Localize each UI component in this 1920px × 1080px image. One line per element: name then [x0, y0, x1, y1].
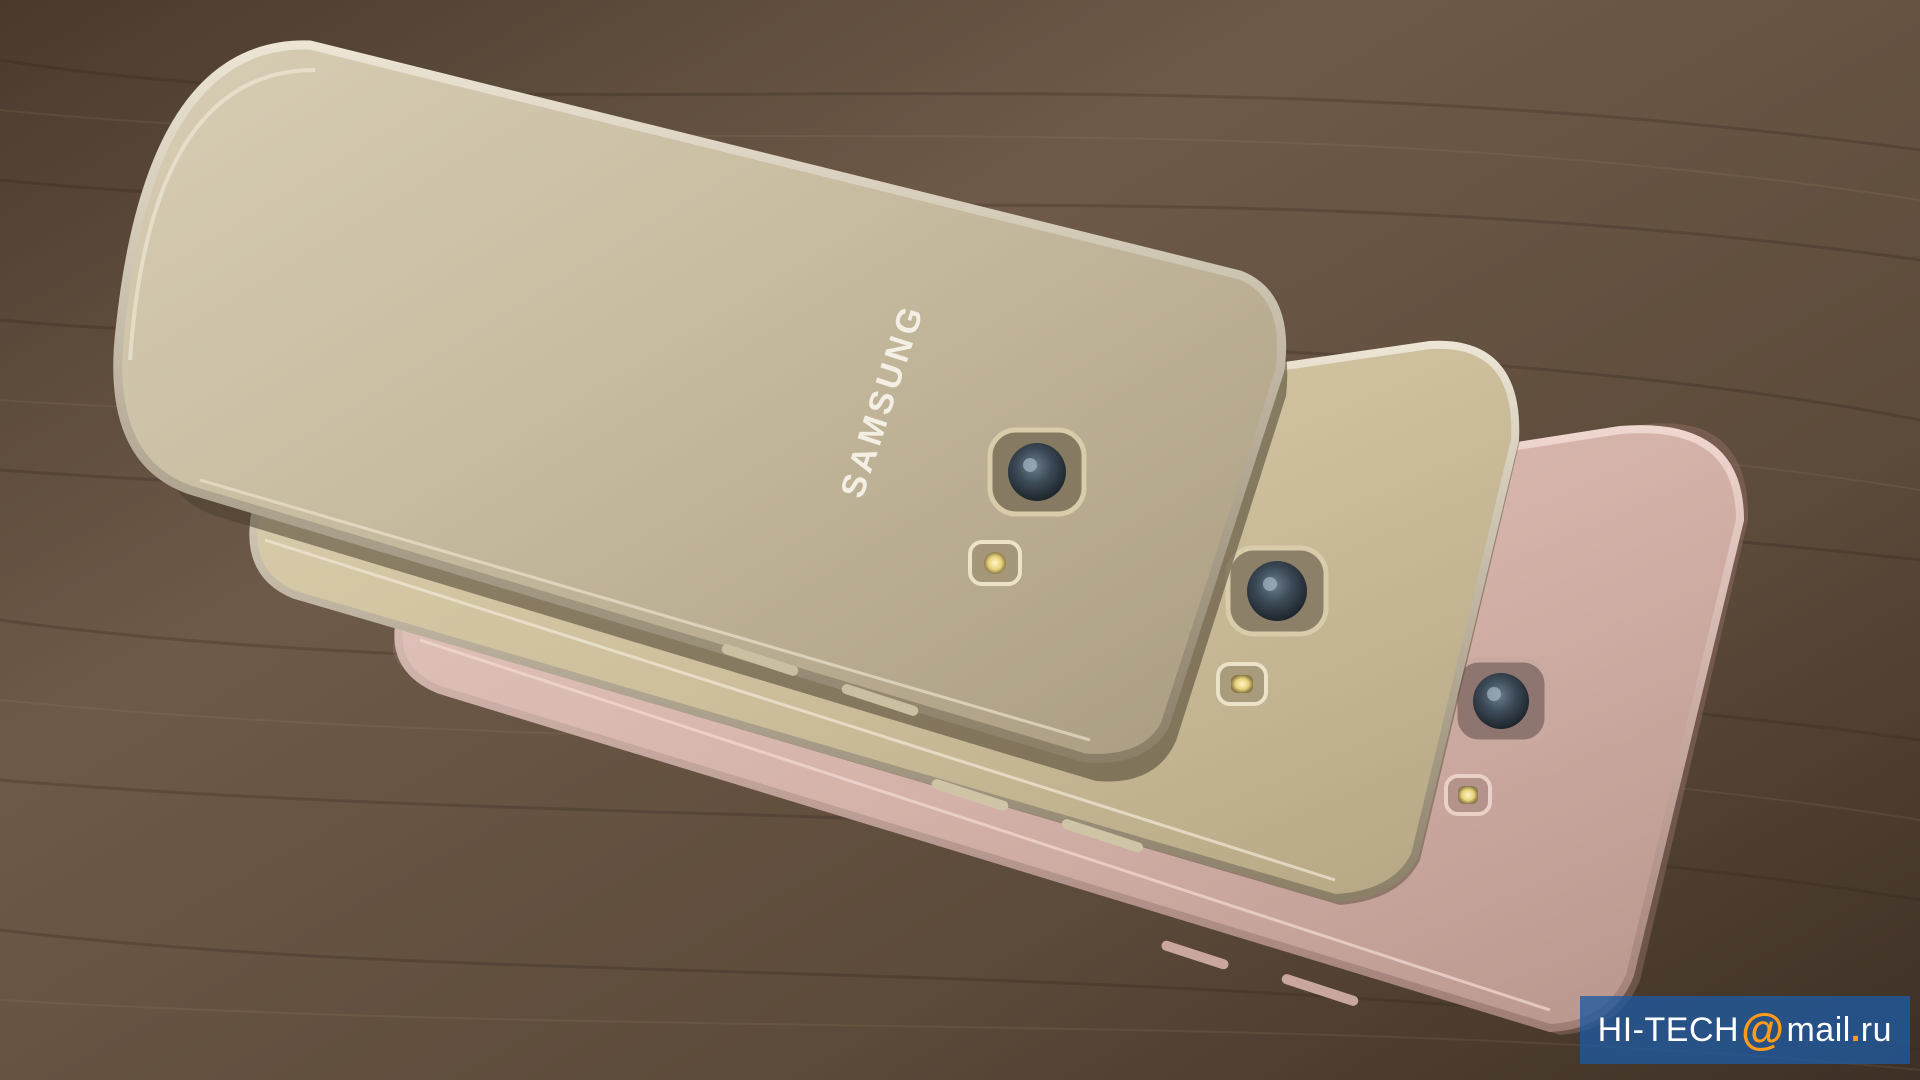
flash-icon	[984, 552, 1006, 574]
flash-icon	[1458, 786, 1478, 804]
watermark-dot: .	[1850, 1010, 1861, 1049]
camera-lens-icon	[1247, 561, 1307, 621]
watermark-brand-left: HI-TECH	[1597, 1010, 1740, 1049]
watermark-tld: ru	[1860, 1010, 1892, 1049]
watermark-brand-right: mail	[1786, 1010, 1851, 1049]
phones-photo: SAMSUNG	[0, 0, 1920, 1080]
flash-icon	[1231, 675, 1253, 693]
hitech-mail-watermark: HI-TECH @ mail . ru	[1579, 996, 1910, 1064]
camera-lens-icon	[1008, 443, 1066, 501]
camera-lens-icon	[1473, 673, 1529, 729]
photo-scene: SAMSUNG HI-TECH @ mail . ru	[0, 0, 1920, 1080]
watermark-at-icon: @	[1741, 1005, 1785, 1054]
